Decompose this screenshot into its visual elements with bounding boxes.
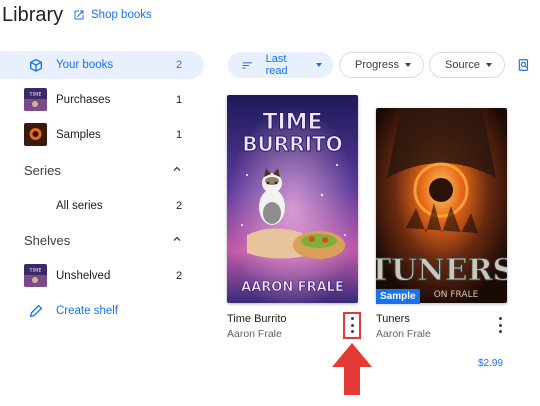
samples-thumbnail: [24, 123, 47, 146]
svg-text:TIME: TIME: [28, 92, 41, 98]
unshelved-thumbnail: TIME: [24, 264, 47, 287]
book-cover-tuners[interactable]: TUNERS ON FRALE: [376, 108, 507, 303]
book-price[interactable]: $2.99: [478, 358, 503, 369]
sidebar-item-all-series[interactable]: All series 2: [0, 192, 204, 220]
sidebar-item-label: All series: [56, 200, 103, 212]
sample-badge: Sample: [376, 289, 420, 304]
sort-last-read-chip[interactable]: Last read: [228, 52, 333, 78]
sidebar-item-purchases[interactable]: TIME Purchases 1: [0, 86, 204, 114]
book-cover-time-burrito[interactable]: TIME BURRITO AARON FRALE: [227, 95, 358, 303]
pencil-icon: [29, 304, 43, 318]
page-title: Library: [2, 4, 64, 26]
cover-author: AARON FRALE: [241, 280, 344, 295]
progress-filter-chip[interactable]: Progress: [339, 52, 424, 78]
sidebar-item-label: Samples: [56, 129, 101, 141]
chip-label: Last read: [265, 53, 288, 77]
sidebar-item-count: 1: [176, 129, 183, 141]
create-shelf-button[interactable]: Create shelf: [0, 297, 204, 325]
more-options-icon[interactable]: [349, 317, 355, 333]
book-author: Aaron Frale: [376, 328, 431, 340]
book-title[interactable]: Tuners: [376, 313, 410, 325]
sidebar-item-label: Purchases: [56, 94, 111, 106]
cover-title-burrito: BURRITO: [242, 132, 342, 156]
cover-title: TUNERS: [376, 253, 507, 288]
dropdown-arrow-icon: [405, 63, 412, 67]
sidebar-item-your-books[interactable]: Your books 2: [0, 51, 204, 79]
cover-author: ON FRALE: [434, 290, 479, 300]
chevron-up-icon[interactable]: [171, 233, 183, 245]
red-arrow-up-icon: [332, 343, 372, 395]
shop-books-label: Shop books: [91, 9, 152, 21]
source-filter-chip[interactable]: Source: [429, 52, 505, 78]
chip-label: Source: [445, 59, 480, 71]
chevron-up-icon[interactable]: [171, 163, 183, 175]
sidebar-item-unshelved[interactable]: TIME Unshelved 2: [0, 262, 204, 290]
sidebar-item-samples[interactable]: Samples 1: [0, 121, 204, 149]
sidebar-item-count: 2: [176, 59, 183, 71]
sidebar-item-count: 1: [176, 94, 183, 106]
search-book-icon[interactable]: [517, 58, 531, 72]
sidebar-item-label: Your books: [56, 59, 114, 71]
open-in-new-icon: [74, 10, 84, 20]
book-icon: [30, 58, 42, 72]
book-title[interactable]: Time Burrito: [227, 313, 287, 325]
create-shelf-label: Create shelf: [56, 305, 119, 317]
svg-text:TIME: TIME: [28, 268, 41, 274]
chip-label: Progress: [355, 59, 400, 71]
series-heading: Series: [24, 163, 61, 178]
sidebar-item-label: Unshelved: [56, 270, 111, 282]
shelves-heading: Shelves: [24, 233, 71, 248]
book-author: Aaron Frale: [227, 328, 282, 340]
dropdown-arrow-icon: [485, 63, 492, 67]
purchases-thumbnail: TIME: [24, 88, 47, 111]
sidebar-item-count: 2: [176, 200, 183, 212]
more-options-icon[interactable]: [497, 317, 503, 333]
shop-books-link[interactable]: Shop books: [73, 9, 152, 21]
dropdown-arrow-icon: [316, 63, 322, 67]
sort-icon: [242, 61, 253, 69]
sidebar-item-count: 2: [176, 270, 183, 282]
